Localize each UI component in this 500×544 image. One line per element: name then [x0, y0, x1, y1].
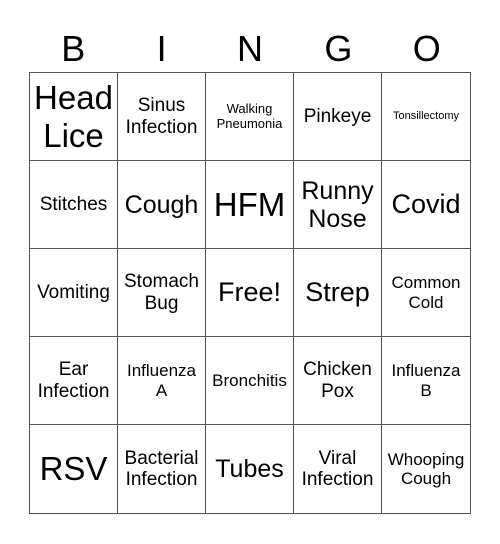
bingo-cell[interactable]: Covid: [382, 161, 470, 249]
free-space-cell[interactable]: Free!: [206, 249, 294, 337]
bingo-cell[interactable]: Chicken Pox: [294, 337, 382, 425]
bingo-cell[interactable]: Influenza B: [382, 337, 470, 425]
bingo-cell[interactable]: HFM: [206, 161, 294, 249]
bingo-cell[interactable]: Tonsillectomy: [382, 73, 470, 161]
bingo-cell[interactable]: Runny Nose: [294, 161, 382, 249]
bingo-cell[interactable]: Pinkeye: [294, 73, 382, 161]
bingo-card-grid: Head Lice Sinus Infection Walking Pneumo…: [29, 72, 471, 514]
bingo-cell[interactable]: Cough: [118, 161, 206, 249]
bingo-cell[interactable]: Common Cold: [382, 249, 470, 337]
header-letter-b: B: [61, 28, 86, 69]
bingo-cell[interactable]: Ear Infection: [30, 337, 118, 425]
bingo-cell[interactable]: Head Lice: [30, 73, 118, 161]
header-letter-n: N: [236, 28, 263, 69]
bingo-cell[interactable]: Walking Pneumonia: [206, 73, 294, 161]
bingo-cell[interactable]: Strep: [294, 249, 382, 337]
bingo-cell[interactable]: Bronchitis: [206, 337, 294, 425]
header-letter-o: O: [412, 28, 441, 69]
header-letter-g: G: [324, 28, 353, 69]
bingo-cell[interactable]: Stitches: [30, 161, 118, 249]
bingo-cell[interactable]: Vomiting: [30, 249, 118, 337]
bingo-cell[interactable]: RSV: [30, 425, 118, 513]
bingo-cell[interactable]: Tubes: [206, 425, 294, 513]
bingo-header: B I N G O: [29, 26, 471, 72]
bingo-cell[interactable]: Stomach Bug: [118, 249, 206, 337]
bingo-cell[interactable]: Bacterial Infection: [118, 425, 206, 513]
header-letter-i: I: [156, 28, 167, 69]
bingo-cell[interactable]: Viral Infection: [294, 425, 382, 513]
bingo-cell[interactable]: Sinus Infection: [118, 73, 206, 161]
bingo-cell[interactable]: Influenza A: [118, 337, 206, 425]
bingo-cell[interactable]: Whooping Cough: [382, 425, 470, 513]
